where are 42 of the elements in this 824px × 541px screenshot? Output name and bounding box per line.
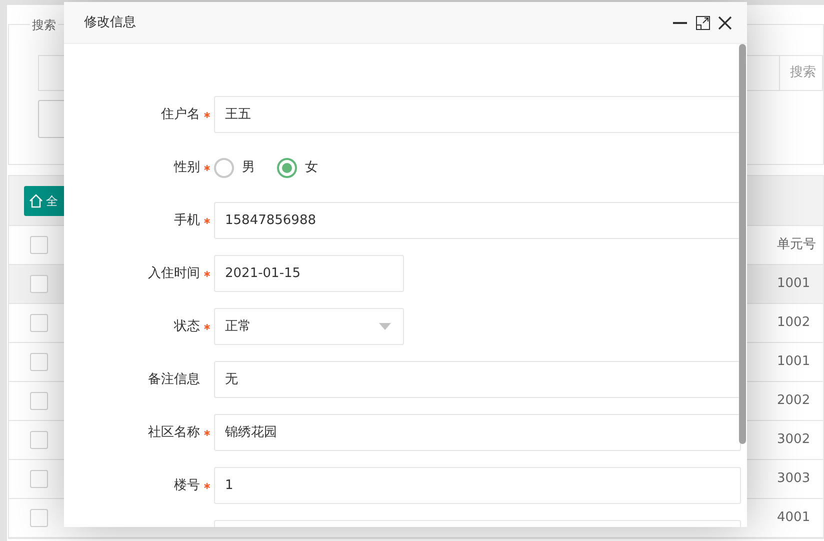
checkbox[interactable] — [30, 509, 48, 527]
field-label: 住户名 — [160, 106, 200, 124]
home-icon — [28, 193, 44, 209]
checkbox[interactable] — [30, 314, 48, 332]
radio-button[interactable] — [214, 158, 234, 178]
checkbox[interactable] — [30, 392, 48, 410]
field-label: 手机 — [173, 212, 200, 230]
caret-icon — [379, 323, 391, 330]
field-label: 入住时间 — [147, 264, 200, 283]
table-cell-text: 4001 — [777, 509, 812, 528]
checkbox[interactable] — [30, 236, 48, 254]
field-label: 性别 — [172, 158, 200, 177]
field-label: 备注信息 — [147, 370, 200, 389]
scrollbar-thumb[interactable] — [739, 44, 746, 444]
date-field[interactable]: 2021-01-15 — [214, 255, 404, 292]
field-label: 楼号 — [173, 476, 200, 495]
table-cell-text: 1001 — [777, 275, 812, 294]
radio-button[interactable] — [277, 158, 297, 178]
dialog-title: 修改信息 — [84, 14, 136, 32]
maximize-icon[interactable] — [694, 14, 710, 30]
checkbox[interactable] — [30, 470, 48, 488]
input-field[interactable]: 王五 — [214, 96, 741, 133]
table-cell-text: 3002 — [777, 431, 812, 450]
checkbox[interactable] — [30, 431, 48, 449]
table-cell-text: 3003 — [777, 470, 812, 488]
column-header: 单元号 — [777, 236, 817, 254]
table-cell-text: 1001 — [777, 353, 812, 372]
close-icon[interactable] — [717, 14, 733, 30]
input-field[interactable]: 1 — [214, 467, 741, 504]
input-field[interactable]: 15847856988 — [214, 202, 741, 239]
field-label: 社区名称 — [147, 424, 200, 442]
radio-label[interactable]: 女 — [305, 158, 318, 178]
input-field[interactable]: 无 — [214, 361, 741, 398]
checkbox[interactable] — [30, 275, 48, 293]
input-field[interactable]: 锦绣花园 — [214, 414, 741, 451]
table-cell-text: 1002 — [777, 314, 812, 332]
panel-legend: 搜索 — [30, 16, 58, 34]
table-cell-text: 2002 — [777, 392, 812, 410]
checkbox[interactable] — [30, 353, 48, 371]
radio-label[interactable]: 男 — [242, 158, 255, 178]
select-field[interactable]: 正常 — [214, 308, 404, 345]
field-label: 状态 — [172, 318, 200, 336]
